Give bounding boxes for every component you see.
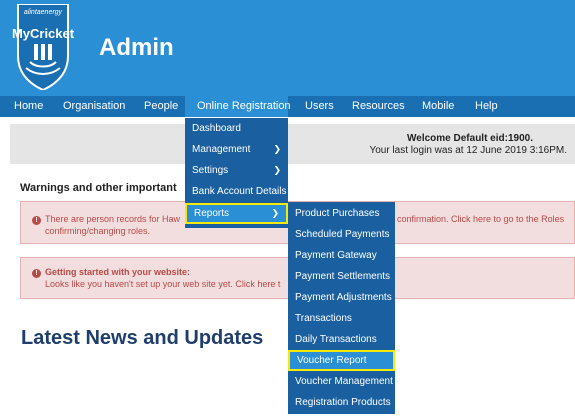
- submenu-item-payment-adjustments[interactable]: Payment Adjustments: [288, 292, 395, 306]
- submenu-item-scheduled-payments[interactable]: Scheduled Payments: [288, 229, 395, 243]
- setup-website-link[interactable]: Looks like you haven't set up your web s…: [45, 279, 280, 289]
- svg-text:alintaenergy: alintaenergy: [24, 9, 63, 16]
- submenu-item-payment-settlements[interactable]: Payment Settlements: [288, 271, 395, 285]
- exclamation-circle-icon: !: [32, 216, 41, 225]
- warnings-heading: Warnings and other important: [20, 182, 177, 194]
- nav-online-registration[interactable]: Online Registration: [185, 96, 291, 117]
- submenu-item-registration-products[interactable]: Registration Products: [288, 397, 395, 411]
- main-nav: Home Organisation People Online Registra…: [0, 96, 575, 117]
- menu-item-label: Management: [192, 144, 251, 155]
- chevron-right-icon: ❯: [273, 144, 281, 154]
- nav-users[interactable]: Users: [305, 96, 334, 117]
- submenu-item-voucher-management[interactable]: Voucher Management: [288, 376, 395, 390]
- nav-organisation[interactable]: Organisation: [63, 96, 125, 117]
- alert-text: confirming/changing roles.: [45, 226, 151, 236]
- menu-item-bank-account-details[interactable]: Bank Account Details: [185, 186, 288, 200]
- menu-item-label: Settings: [192, 165, 229, 176]
- page-title: Admin: [99, 34, 174, 61]
- menu-item-management[interactable]: Management ❯: [185, 144, 288, 158]
- chevron-right-icon: ❯: [271, 208, 279, 218]
- reports-submenu: Product Purchases Scheduled Payments Pay…: [288, 202, 395, 414]
- submenu-item-label: Payment Gateway: [295, 250, 377, 261]
- submenu-item-label: Daily Transactions: [295, 334, 377, 345]
- mycricket-logo[interactable]: alintaenergy MyCricket: [12, 4, 74, 90]
- submenu-item-product-purchases[interactable]: Product Purchases: [288, 208, 395, 222]
- header: alintaenergy MyCricket Admin: [0, 0, 575, 96]
- menu-item-label: Reports: [194, 208, 230, 219]
- alert-text: There are person records for Haw: [45, 214, 181, 224]
- submenu-item-label: Product Purchases: [295, 208, 380, 219]
- online-registration-dropdown: Dashboard Management ❯ Settings ❯ Bank A…: [185, 118, 288, 228]
- menu-item-settings[interactable]: Settings ❯: [185, 165, 288, 179]
- menu-item-label: Dashboard: [192, 123, 241, 134]
- submenu-item-label: Scheduled Payments: [295, 229, 390, 240]
- submenu-item-label: Voucher Report: [297, 355, 367, 366]
- nav-home[interactable]: Home: [14, 96, 43, 117]
- alert-title: Getting started with your website:: [45, 267, 191, 277]
- svg-text:MyCricket: MyCricket: [12, 26, 74, 41]
- submenu-item-label: Payment Settlements: [295, 271, 391, 282]
- submenu-item-voucher-report[interactable]: Voucher Report: [288, 350, 395, 371]
- menu-item-dashboard[interactable]: Dashboard: [185, 123, 288, 137]
- news-heading: Latest News and Updates: [21, 327, 264, 349]
- nav-mobile[interactable]: Mobile: [422, 96, 454, 117]
- last-login-text: Your last login was at 12 June 2019 3:16…: [369, 145, 567, 156]
- menu-item-label: Bank Account Details: [192, 186, 287, 197]
- roles-link[interactable]: confirmation. Click here to go to the Ro…: [397, 214, 564, 224]
- submenu-item-label: Registration Products: [295, 397, 391, 408]
- submenu-item-payment-gateway[interactable]: Payment Gateway: [288, 250, 395, 264]
- welcome-message: Welcome Default eid:1900.: [407, 133, 533, 144]
- menu-item-reports[interactable]: Reports ❯: [185, 203, 288, 224]
- welcome-bar: Welcome Default eid:1900. Your last logi…: [10, 124, 575, 164]
- nav-help[interactable]: Help: [475, 96, 498, 117]
- submenu-item-daily-transactions[interactable]: Daily Transactions: [288, 334, 395, 348]
- submenu-item-transactions[interactable]: Transactions: [288, 313, 395, 327]
- nav-people[interactable]: People: [144, 96, 178, 117]
- nav-resources[interactable]: Resources: [352, 96, 405, 117]
- chevron-right-icon: ❯: [273, 165, 281, 175]
- submenu-item-label: Transactions: [295, 313, 352, 324]
- exclamation-circle-icon: !: [32, 269, 41, 278]
- submenu-item-label: Payment Adjustments: [295, 292, 392, 303]
- submenu-item-label: Voucher Management: [295, 376, 393, 387]
